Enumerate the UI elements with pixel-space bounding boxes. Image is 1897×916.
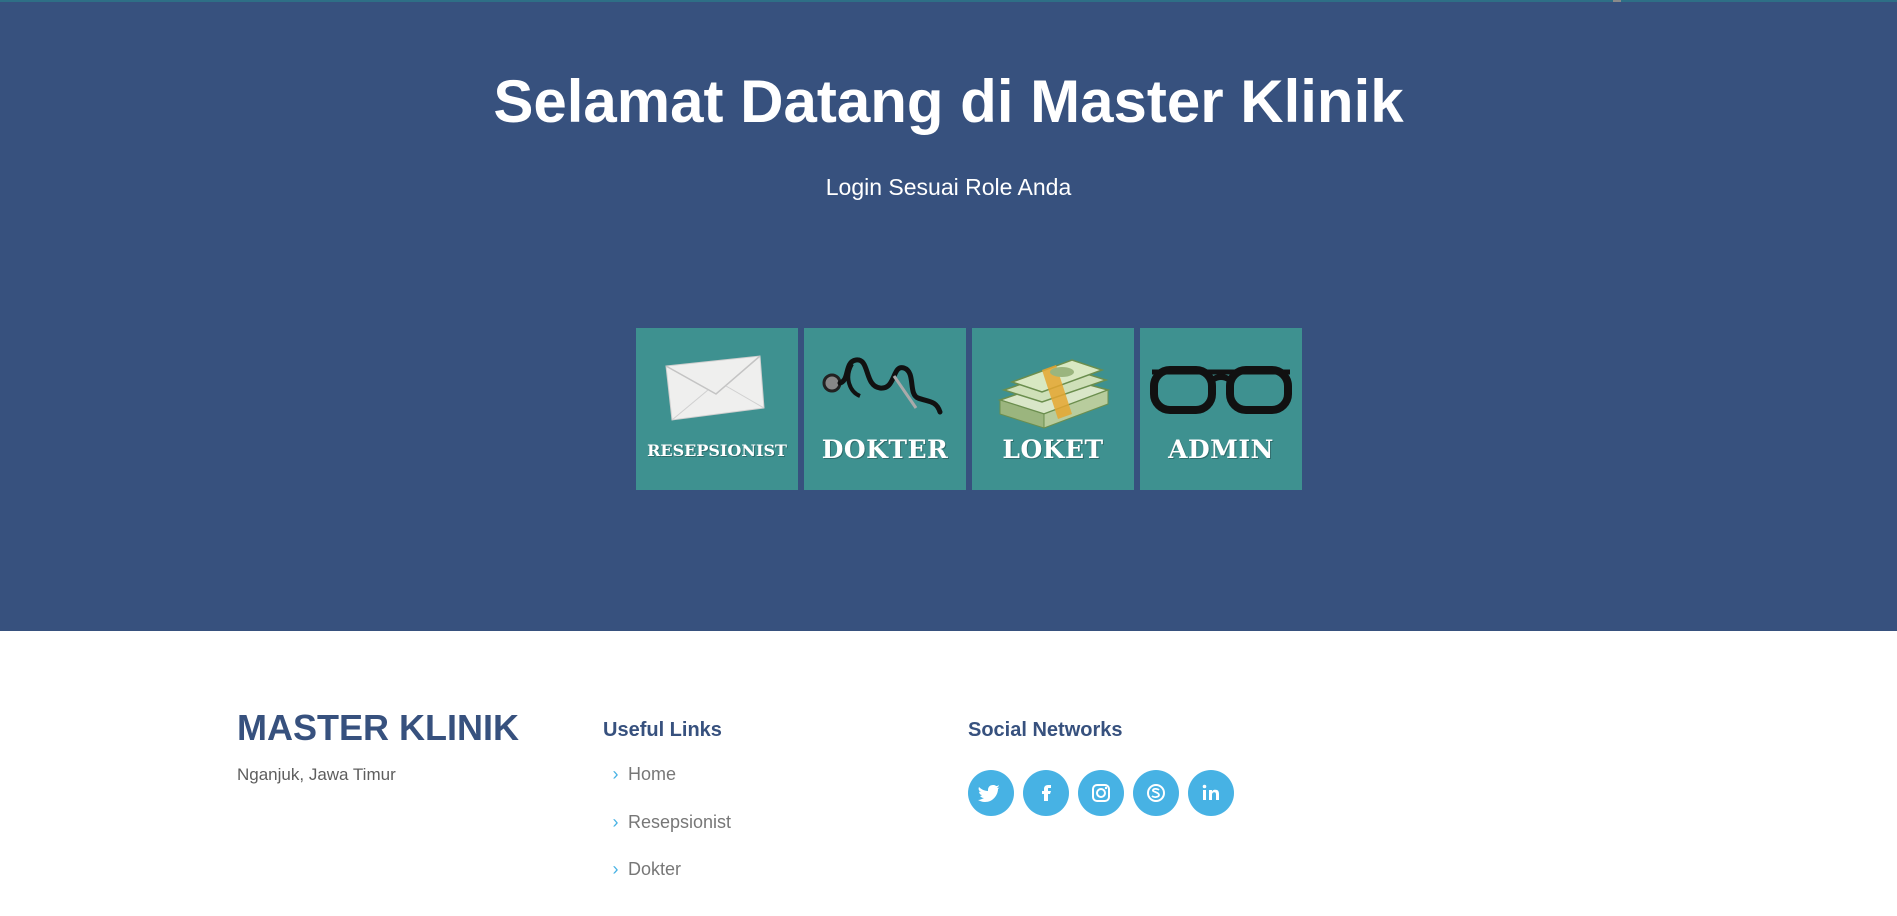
link-item-dokter: › Dokter <box>603 857 731 905</box>
hero-title: Selamat Datang di Master Klinik <box>493 68 1404 135</box>
chevron-right-icon: › <box>612 764 619 784</box>
linkedin-button[interactable] <box>1188 770 1234 816</box>
link-resepsionist[interactable]: Resepsionist <box>628 810 731 834</box>
role-label: RESEPSIONIST <box>647 441 787 460</box>
money-stack-icon <box>997 359 1111 429</box>
envelope-icon <box>665 355 765 421</box>
hero-subtitle: Login Sesuai Role Anda <box>825 174 1072 200</box>
facebook-icon <box>1042 785 1051 801</box>
footer: MASTER KLINIK Nganjuk, Jawa Timur Useful… <box>0 631 1897 916</box>
skype-icon <box>1147 784 1165 802</box>
useful-links-list: › Home › Resepsionist › Dokter <box>603 762 732 905</box>
link-item-resepsionist: › Resepsionist <box>603 810 732 858</box>
role-label: DOKTER <box>821 435 949 464</box>
hero-section: Selamat Datang di Master Klinik Login Se… <box>0 0 1897 631</box>
stethoscope-icon <box>822 357 943 415</box>
chevron-right-icon: › <box>612 859 619 879</box>
role-tile-resepsionist[interactable]: RESEPSIONIST <box>636 328 798 490</box>
twitter-icon <box>978 785 1000 802</box>
skype-button[interactable] <box>1133 770 1179 816</box>
link-item-home: › Home <box>603 762 731 810</box>
role-tile-admin[interactable]: ADMIN <box>1140 328 1302 490</box>
instagram-button[interactable] <box>1078 770 1124 816</box>
link-dokter[interactable]: Dokter <box>628 857 681 881</box>
role-label: ADMIN <box>1168 435 1274 464</box>
facebook-button[interactable] <box>1023 770 1069 816</box>
role-tiles: RESEPSIONIST DOKTER LOKET ADMIN <box>636 328 1302 490</box>
link-home[interactable]: Home <box>628 762 676 786</box>
social-networks-title: Social Networks <box>968 719 1123 741</box>
glasses-icon <box>1150 366 1292 414</box>
top-divider-mark <box>1613 0 1621 2</box>
linkedin-icon <box>1202 784 1219 800</box>
role-label: LOKET <box>1002 435 1104 464</box>
useful-links-title: Useful Links <box>603 719 722 741</box>
footer-brand: MASTER KLINIK <box>237 707 519 748</box>
instagram-icon <box>1092 784 1110 802</box>
twitter-button[interactable] <box>968 770 1014 816</box>
footer-address: Nganjuk, Jawa Timur <box>237 765 396 784</box>
role-tile-dokter[interactable]: DOKTER <box>804 328 966 490</box>
chevron-right-icon: › <box>612 811 619 832</box>
role-tile-loket[interactable]: LOKET <box>972 328 1134 490</box>
